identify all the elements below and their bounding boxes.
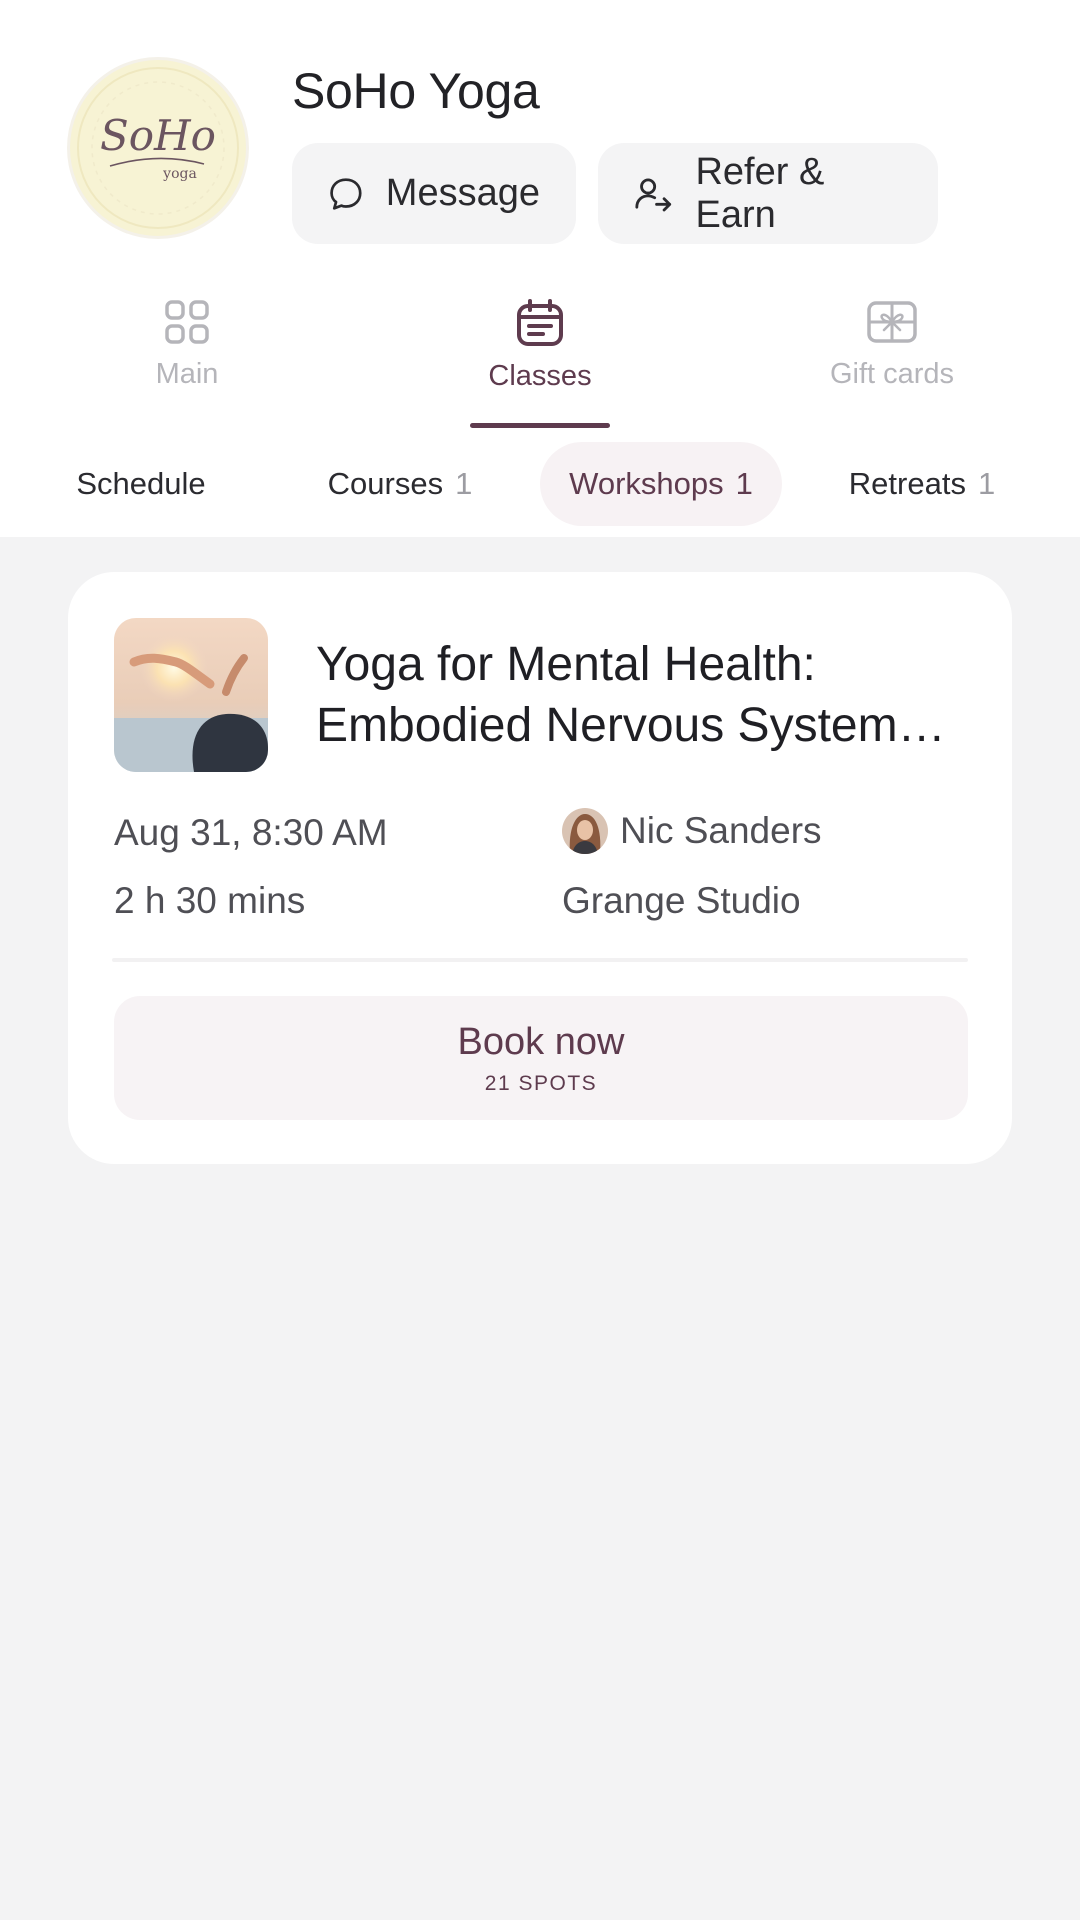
refer-earn-button[interactable]: Refer & Earn (598, 143, 938, 244)
workshop-instructor[interactable]: Nic Sanders (562, 808, 822, 854)
tab-classes-label: Classes (488, 360, 592, 392)
studio-logo: SoHo yoga (70, 60, 246, 236)
workshop-thumbnail (114, 618, 268, 772)
svg-text:yoga: yoga (162, 166, 197, 182)
spots-remaining: 21 SPOTS (484, 1071, 598, 1095)
chat-bubble-icon (330, 177, 362, 210)
workshop-title-line1: Yoga for Mental Health: (316, 638, 816, 691)
tab-classes[interactable]: Classes (440, 298, 640, 430)
instructor-name: Nic Sanders (620, 810, 822, 851)
book-now-label: Book now (457, 1020, 625, 1063)
grid-icon (165, 300, 209, 344)
message-button[interactable]: Message (292, 143, 576, 244)
card-divider (112, 958, 968, 962)
subtab-courses-count: 1 (455, 466, 473, 501)
calendar-icon (517, 299, 563, 346)
studio-name: SoHo Yoga (292, 63, 540, 119)
tab-gift-cards[interactable]: Gift cards (792, 298, 992, 430)
subtab-schedule[interactable]: Schedule (58, 442, 224, 526)
instructor-avatar (562, 808, 608, 854)
subtab-retreats-label: Retreats (848, 466, 966, 501)
workshop-card[interactable]: Yoga for Mental Health: Embodied Nervous… (68, 572, 1012, 1164)
tab-gift-cards-label: Gift cards (829, 358, 955, 390)
user-share-icon (635, 177, 672, 211)
subtab-workshops[interactable]: Workshops 1 (540, 442, 782, 526)
workshop-title-line2: Embodied Nervous System… (316, 699, 946, 752)
subtab-workshops-label: Workshops (569, 466, 724, 501)
svg-text:SoHo: SoHo (100, 111, 216, 160)
subtab-workshops-count: 1 (735, 466, 753, 501)
workshop-datetime: Aug 31, 8:30 AM (114, 812, 388, 853)
active-tab-indicator (470, 423, 610, 428)
studio-header: SoHo yoga SoHo Yoga Message Refer & Earn… (0, 0, 1080, 537)
gift-card-icon (867, 301, 917, 343)
book-now-button[interactable]: Book now 21 SPOTS (114, 996, 968, 1120)
tab-main[interactable]: Main (87, 298, 287, 430)
subtab-retreats[interactable]: Retreats 1 (830, 442, 1014, 526)
subtab-retreats-count: 1 (977, 466, 996, 501)
workshop-duration: 2 h 30 mins (114, 880, 306, 921)
subtab-schedule-label: Schedule (76, 466, 206, 501)
message-label: Message (385, 172, 540, 214)
tab-main-label: Main (155, 358, 219, 390)
refer-label: Refer & Earn (695, 150, 825, 236)
workshop-title: Yoga for Mental Health: Embodied Nervous… (316, 634, 976, 756)
subtab-courses[interactable]: Courses 1 (305, 442, 495, 526)
workshop-location: Grange Studio (562, 880, 801, 921)
subtab-courses-label: Courses (327, 466, 444, 501)
